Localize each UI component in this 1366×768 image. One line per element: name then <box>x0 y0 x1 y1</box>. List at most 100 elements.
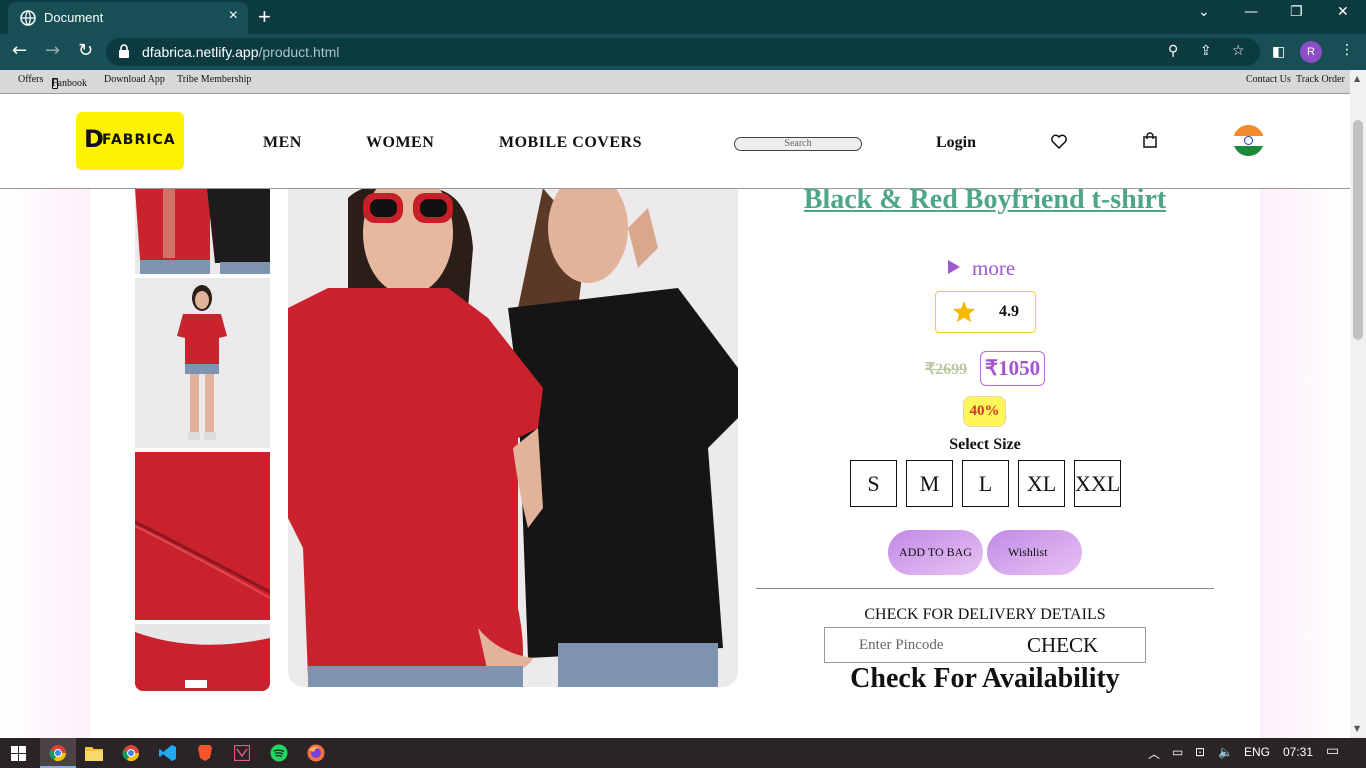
browser-tab[interactable]: Document × <box>8 2 248 34</box>
thumbnail-2[interactable] <box>135 278 270 448</box>
profile-avatar[interactable]: R <box>1300 41 1322 63</box>
search-input[interactable]: Search <box>734 137 862 151</box>
add-to-bag-button[interactable]: ADD TO BAG <box>888 530 983 575</box>
discount-badge: 40% <box>963 396 1006 427</box>
offers-link[interactable]: Offers <box>18 74 43 85</box>
url-text: dfabrica.netlify.app/product.html <box>142 44 340 60</box>
window-close-icon[interactable]: ✕ <box>1337 4 1349 20</box>
size-s-button[interactable]: S <box>850 460 897 507</box>
rating-value: 4.9 <box>999 303 1019 320</box>
thumbnail-3-image <box>135 452 270 620</box>
chrome-icon <box>49 745 67 762</box>
thumbnail-1[interactable] <box>135 188 270 274</box>
top-strip: Offers Fanbook Download App Tribe Member… <box>0 70 1350 94</box>
thumbnail-2-image <box>135 278 270 448</box>
tribe-membership-link[interactable]: Tribe Membership <box>177 74 251 85</box>
star-icon <box>953 301 975 322</box>
brave-icon <box>198 745 212 761</box>
thumbnail-1-image <box>135 188 270 274</box>
nav-men[interactable]: MEN <box>263 134 302 152</box>
pincode-input[interactable]: Enter Pincode <box>859 637 944 654</box>
tab-close-icon[interactable]: × <box>229 7 238 25</box>
taskbar-app[interactable] <box>224 738 260 768</box>
taskbar-explorer[interactable] <box>76 738 112 768</box>
sale-price: ₹1050 <box>980 351 1045 386</box>
network-icon[interactable]: ⊡ <box>1195 745 1205 759</box>
reload-icon[interactable]: ↻ <box>78 40 93 61</box>
clock[interactable]: 07:31 <box>1283 745 1313 759</box>
taskbar-firefox[interactable] <box>298 738 334 768</box>
delivery-heading: CHECK FOR DELIVERY DETAILS <box>864 606 1106 623</box>
scrollbar-thumb[interactable] <box>1353 120 1363 340</box>
zoom-icon[interactable]: ⚲ <box>1168 43 1178 59</box>
app-icon <box>234 745 250 761</box>
site-header: D FABRICA MEN WOMEN MOBILE COVERS Search… <box>0 94 1350 189</box>
expand-triangle-icon <box>948 260 960 274</box>
login-link[interactable]: Login <box>936 134 976 152</box>
battery-icon[interactable]: ▭ <box>1172 745 1183 759</box>
taskbar-vscode[interactable] <box>150 738 186 768</box>
check-button[interactable]: CHECK <box>1027 633 1098 658</box>
tray-expand-icon[interactable]: ︿ <box>1148 745 1160 762</box>
availability-heading: Check For Availability <box>850 663 1120 694</box>
size-xxl-button[interactable]: XXL <box>1074 460 1121 507</box>
size-xl-button[interactable]: XL <box>1018 460 1065 507</box>
minimize-icon[interactable]: — <box>1244 4 1258 20</box>
left-gutter <box>0 188 90 738</box>
india-flag-icon[interactable] <box>1233 125 1264 156</box>
share-icon[interactable]: ⇪ <box>1200 43 1212 59</box>
forward-icon[interactable]: → <box>45 40 60 61</box>
logo-text: FABRICA <box>102 132 176 148</box>
side-panel-icon[interactable]: ◧ <box>1272 44 1285 60</box>
vscode-icon <box>159 745 176 761</box>
site-logo[interactable]: D FABRICA <box>76 112 184 170</box>
thumbnail-4[interactable] <box>135 624 270 691</box>
heart-icon[interactable] <box>1051 134 1067 149</box>
lock-icon <box>119 44 129 58</box>
size-m-button[interactable]: M <box>906 460 953 507</box>
scroll-down-icon[interactable]: ▼ <box>1354 724 1360 733</box>
folder-icon <box>85 747 103 761</box>
restore-icon[interactable]: ❐ <box>1290 4 1303 20</box>
taskbar-brave[interactable] <box>187 738 223 768</box>
notifications-icon[interactable]: ▭ <box>1326 743 1339 759</box>
right-gutter <box>1260 188 1350 738</box>
page-viewport: Offers Fanbook Download App Tribe Member… <box>0 70 1350 738</box>
taskbar-chrome[interactable] <box>113 738 149 768</box>
chrome-icon <box>122 745 140 762</box>
tab-search-icon[interactable]: ⌄ <box>1198 4 1210 20</box>
select-size-label: Select Size <box>949 436 1021 453</box>
thumbnail-4-image <box>135 624 270 691</box>
page-scrollbar[interactable]: ▲ ▼ <box>1350 70 1366 738</box>
pincode-form: Enter Pincode CHECK <box>824 627 1146 663</box>
thumbnail-gallery <box>135 188 270 691</box>
section-divider <box>756 588 1214 589</box>
more-toggle[interactable]: more <box>948 256 1015 281</box>
thumbnail-3[interactable] <box>135 452 270 620</box>
taskbar-chrome-active[interactable] <box>40 738 76 768</box>
rating-badge: 4.9 <box>935 291 1036 333</box>
bookmark-star-icon[interactable]: ☆ <box>1232 43 1245 59</box>
volume-icon[interactable]: 🔈 <box>1218 745 1233 759</box>
language-indicator[interactable]: ENG <box>1244 745 1270 759</box>
browser-tab-strip: Document × + ⌄ — ❐ ✕ <box>0 0 1366 34</box>
browser-menu-icon[interactable]: ⋮ <box>1340 42 1354 58</box>
windows-start-icon[interactable] <box>11 746 26 761</box>
tab-title: Document <box>44 10 104 25</box>
scroll-up-icon[interactable]: ▲ <box>1354 74 1360 83</box>
wishlist-button[interactable]: Wishlist <box>987 530 1082 575</box>
back-icon[interactable]: ← <box>12 40 27 61</box>
taskbar-spotify[interactable] <box>261 738 297 768</box>
contact-us-link[interactable]: Contact Us <box>1246 74 1291 85</box>
nav-mobile-covers[interactable]: MOBILE COVERS <box>499 134 642 152</box>
download-app-link[interactable]: Download App <box>104 74 165 85</box>
globe-icon <box>20 10 36 26</box>
nav-women[interactable]: WOMEN <box>366 134 434 152</box>
bag-icon[interactable] <box>1143 132 1157 148</box>
original-price: ₹2699 <box>925 361 968 378</box>
size-l-button[interactable]: L <box>962 460 1009 507</box>
new-tab-icon[interactable]: + <box>258 4 271 30</box>
logo-mark: D <box>84 125 104 153</box>
track-order-link[interactable]: Track Order <box>1296 74 1345 85</box>
url-field[interactable]: dfabrica.netlify.app/product.html ⚲ ⇪ ☆ <box>106 38 1260 66</box>
